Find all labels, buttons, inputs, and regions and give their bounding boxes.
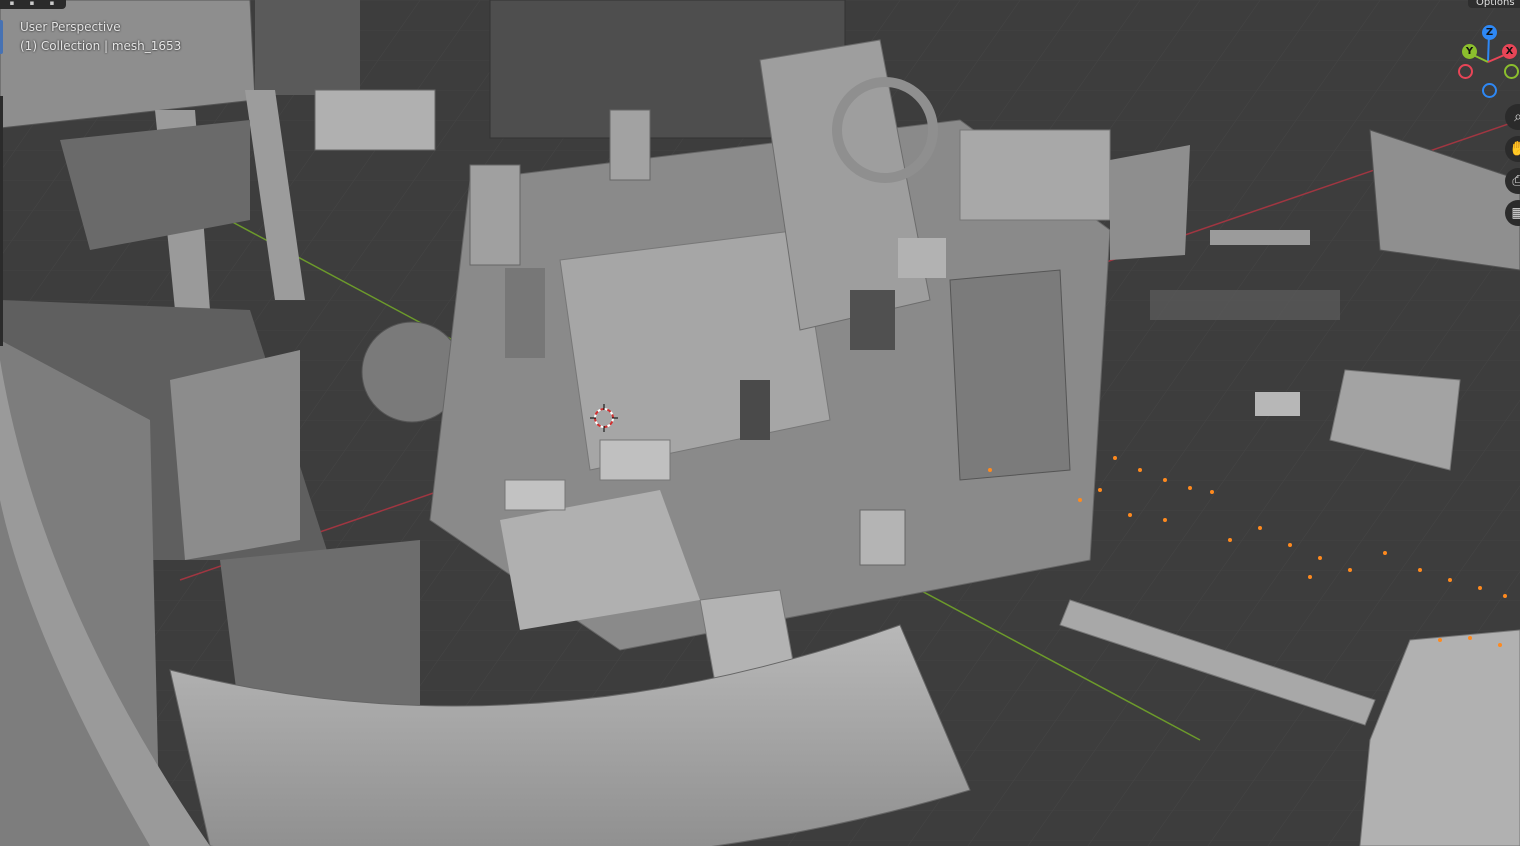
face-select-icon[interactable]: ▪ bbox=[43, 0, 61, 7]
navigation-gizmo[interactable]: Z Y X bbox=[1452, 22, 1520, 102]
navigation-tools: ⌕ ✋ ⎙ ▦ bbox=[1505, 104, 1520, 226]
camera-icon[interactable]: ⎙ bbox=[1505, 168, 1520, 194]
neg-x-axis-ball[interactable] bbox=[1458, 64, 1473, 79]
viewport-scene[interactable] bbox=[0, 0, 1520, 846]
neg-z-axis-ball[interactable] bbox=[1482, 83, 1497, 98]
edge-select-icon[interactable]: ▪ bbox=[23, 0, 41, 7]
3d-viewport[interactable]: ▪ ▪ ▪ User Perspective (1) Collection | … bbox=[0, 0, 1520, 846]
toolbar-edge-indicator[interactable] bbox=[0, 20, 3, 54]
vertex-select-icon[interactable]: ▪ bbox=[3, 0, 21, 7]
toolbar-edge[interactable] bbox=[0, 96, 3, 346]
y-axis-ball[interactable]: Y bbox=[1462, 44, 1477, 59]
options-button[interactable]: Options bbox=[1468, 0, 1520, 8]
neg-y-axis-ball[interactable] bbox=[1504, 64, 1519, 79]
zoom-icon[interactable]: ⌕ bbox=[1505, 104, 1520, 130]
viewport-mode-label: User Perspective bbox=[20, 20, 121, 34]
z-axis-ball[interactable]: Z bbox=[1482, 25, 1497, 40]
x-axis-ball[interactable]: X bbox=[1502, 44, 1517, 59]
collection-label: (1) Collection | mesh_1653 bbox=[20, 39, 182, 53]
grid-perspective-icon[interactable]: ▦ bbox=[1505, 200, 1520, 226]
hand-pan-icon[interactable]: ✋ bbox=[1505, 136, 1520, 162]
selection-mode-buttons: ▪ ▪ ▪ bbox=[0, 0, 66, 9]
